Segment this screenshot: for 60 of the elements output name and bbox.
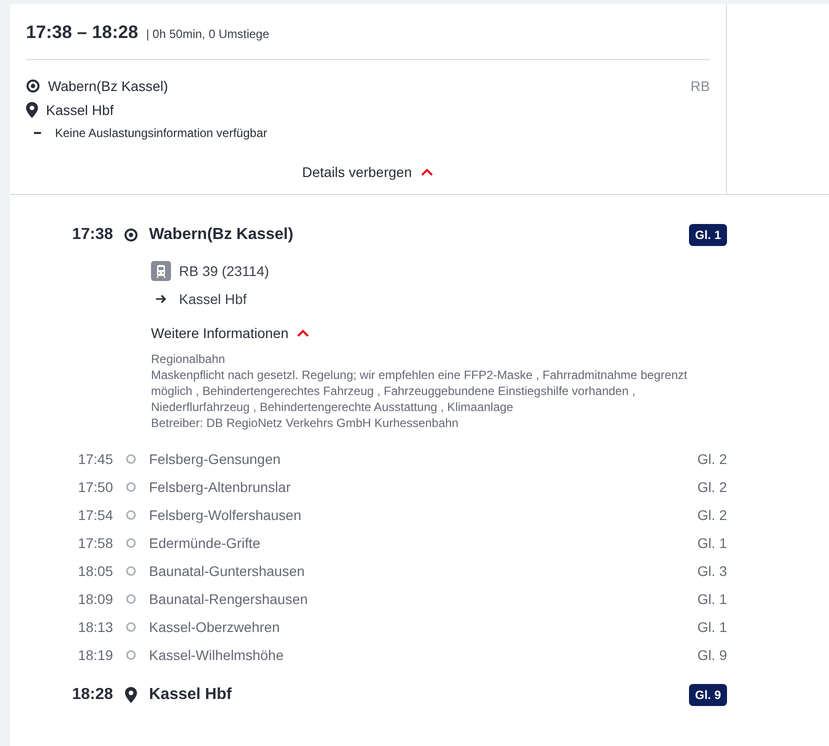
stop-dot-icon — [126, 510, 136, 520]
stop-time: 18:09 — [76, 591, 113, 607]
platform-label: Gl. 2 — [697, 507, 727, 523]
train-icon — [151, 261, 171, 281]
origin-station: Wabern(Bz Kassel) — [48, 78, 170, 94]
platform-label: Gl. 9 — [697, 647, 727, 663]
origin-icon — [124, 228, 138, 242]
info-text: Regionalbahn — [151, 351, 226, 367]
location-pin-icon — [125, 687, 137, 703]
platform-label: Gl. 3 — [697, 563, 727, 579]
train-name: RB 39 (23114) — [179, 263, 270, 279]
destination-station: Kassel Hbf — [46, 102, 114, 118]
station-name: Kassel-Oberzwehren — [149, 619, 281, 635]
occupancy-info: Keine Auslastungsinformation verfügbar — [55, 126, 268, 140]
stop-dot-icon — [126, 482, 136, 492]
stop-time: 18:13 — [76, 619, 113, 635]
platform-label: Gl. 2 — [697, 479, 727, 495]
chevron-up-icon — [296, 328, 310, 338]
direction-station: Kassel Hbf — [179, 291, 247, 307]
more-info-toggle[interactable]: Weitere Informationen — [151, 325, 310, 341]
platform-label: Gl. 9 — [688, 684, 727, 706]
chevron-up-icon — [420, 167, 434, 177]
stop-time: 17:50 — [76, 479, 113, 495]
stop-dot-icon — [126, 566, 136, 576]
stop-dot-icon — [126, 538, 136, 548]
product-type: RB — [690, 78, 710, 94]
station-name: Wabern(Bz Kassel) — [149, 226, 294, 244]
stop-time: 17:58 — [76, 535, 113, 551]
stop-dot-icon — [126, 454, 136, 464]
stop-time: 18:19 — [76, 647, 113, 663]
time-range: 17:38 – 18:28 — [26, 22, 138, 43]
stop-time: 18:28 — [71, 686, 113, 704]
platform-label: Gl. 1 — [697, 619, 727, 635]
details-toggle[interactable]: Details verbergen — [298, 160, 438, 184]
duration-info: | 0h 50min, 0 Umstiege — [146, 27, 270, 41]
station-name: Felsberg-Gensungen — [149, 451, 282, 467]
platform-label: Gl. 2 — [697, 451, 727, 467]
station-name: Baunatal-Rengershausen — [149, 591, 309, 607]
stop-dot-icon — [126, 594, 136, 604]
station-name: Baunatal-Guntershausen — [149, 563, 306, 579]
stop-dot-icon — [126, 650, 136, 660]
platform-label: Gl. 1 — [688, 224, 727, 246]
stop-dot-icon — [126, 622, 136, 632]
station-name: Felsberg-Wolfershausen — [149, 507, 302, 523]
station-name: Kassel-Wilhelmshöhe — [149, 647, 285, 663]
info-text: Betreiber: DB RegioNetz Verkehrs GmbH Kurhessenbahn — [151, 415, 460, 431]
station-name: Kassel Hbf — [149, 686, 233, 704]
stop-time: 17:54 — [76, 507, 113, 523]
arrow-right-icon — [155, 294, 167, 304]
location-pin-icon — [26, 102, 38, 118]
stop-time: 17:45 — [76, 451, 113, 467]
dash-icon — [34, 132, 41, 134]
stop-time: 18:05 — [76, 563, 113, 579]
platform-label: Gl. 1 — [697, 535, 727, 551]
origin-icon — [26, 79, 40, 93]
station-name: Edermünde-Grifte — [149, 535, 262, 551]
station-name: Felsberg-Altenbrunslar — [149, 479, 292, 495]
info-text: Maskenpflicht nach gesetzl. Regelung; wir empfehlen eine FFP2-Maske , Fahrradmitnahme begrenzt möglich , Behindertengerechtes Fahrzeug , Fahrzeuggebundene Einstiegshilfe vorhanden , Niederflurfahrzeug , Behindertengerechte Ausstattung , Klimaanlage — [151, 367, 688, 415]
stop-time: 17:38 — [71, 226, 113, 244]
platform-label: Gl. 1 — [697, 591, 727, 607]
